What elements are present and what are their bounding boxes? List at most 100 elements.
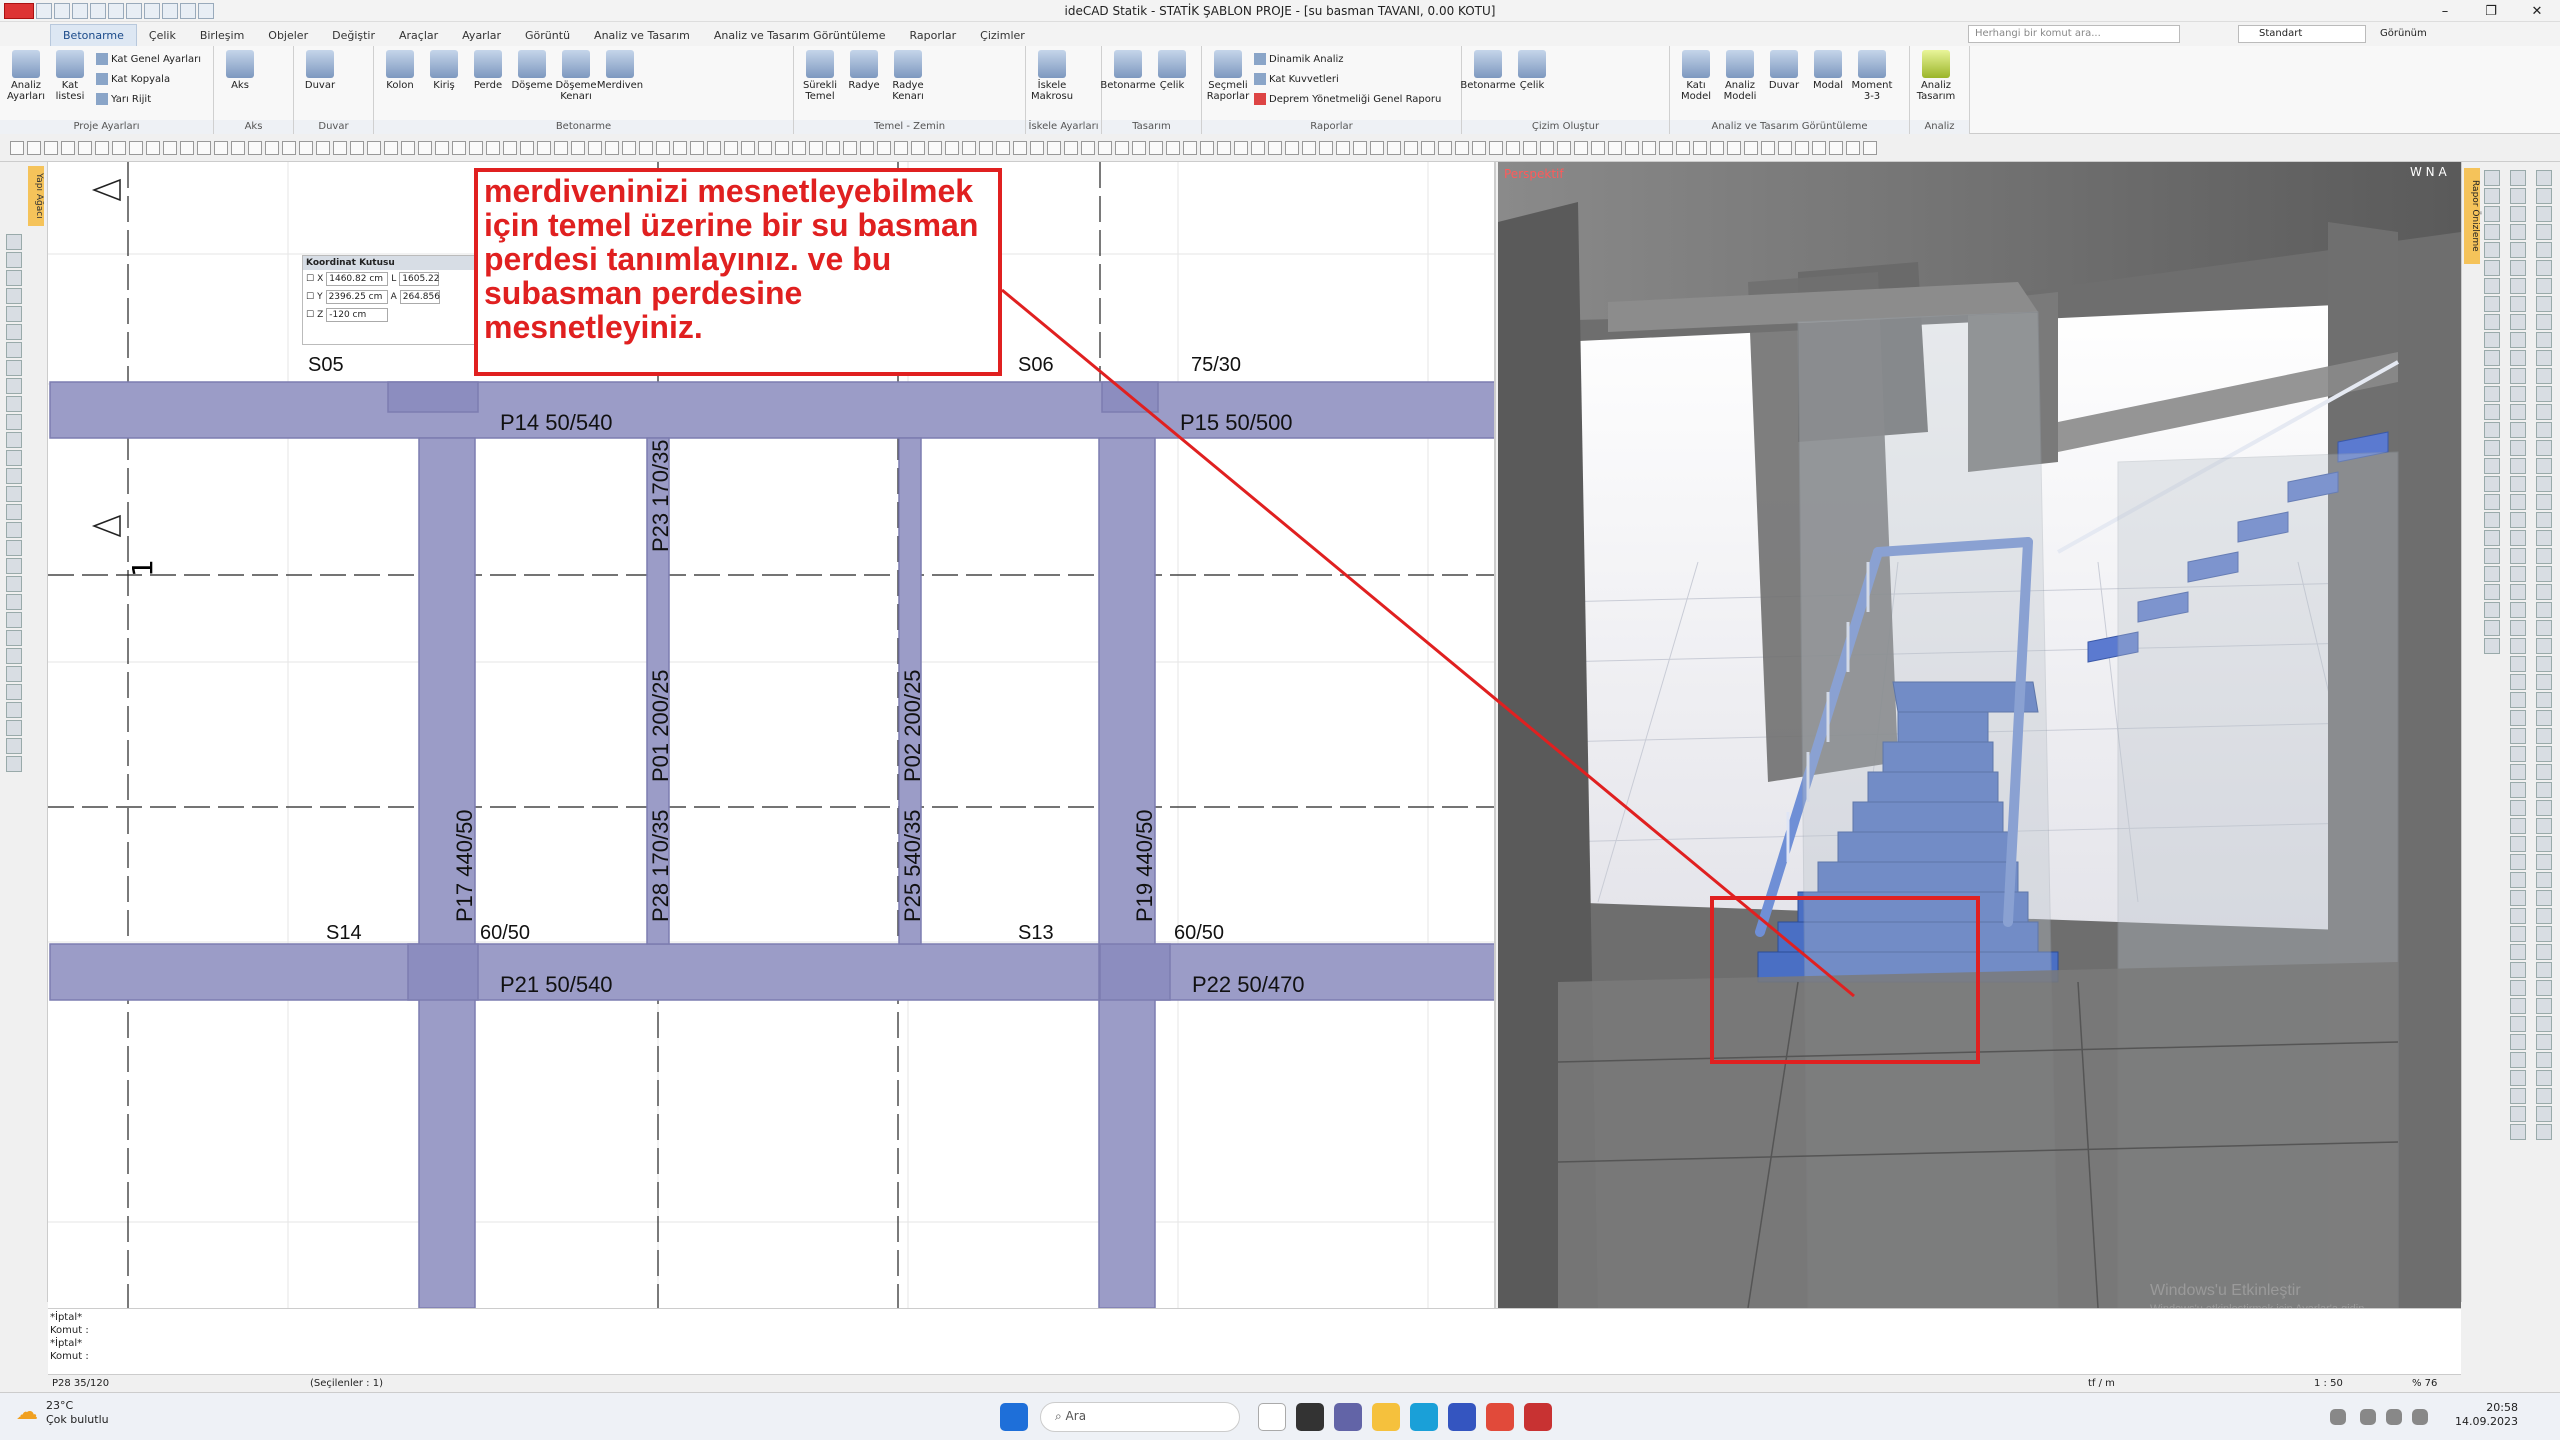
side-tool-icon[interactable] xyxy=(2536,422,2552,438)
tool-icon[interactable] xyxy=(282,140,296,155)
tool-icon[interactable] xyxy=(299,140,313,155)
tool-icon[interactable] xyxy=(758,140,772,155)
tool-icon[interactable] xyxy=(1693,140,1707,155)
side-tool-icon[interactable] xyxy=(2536,1016,2552,1032)
side-tool-icon[interactable] xyxy=(2484,242,2500,258)
side-tool-icon[interactable] xyxy=(6,360,22,376)
side-tool-icon[interactable] xyxy=(2510,980,2526,996)
l-field[interactable]: 1605.22 xyxy=(399,272,439,286)
side-tool-icon[interactable] xyxy=(2536,206,2552,222)
side-tool-icon[interactable] xyxy=(6,594,22,610)
side-tool-icon[interactable] xyxy=(2484,278,2500,294)
tab-1[interactable]: Çelik xyxy=(137,25,188,46)
side-tool-icon[interactable] xyxy=(2536,908,2552,924)
side-tool-icon[interactable] xyxy=(2510,728,2526,744)
tab-9[interactable]: Analiz ve Tasarım Görüntüleme xyxy=(702,25,898,46)
tool-icon[interactable] xyxy=(1336,140,1350,155)
tool-icon[interactable] xyxy=(1183,140,1197,155)
side-tool-icon[interactable] xyxy=(2510,260,2526,276)
side-tool-icon[interactable] xyxy=(6,486,22,502)
tool-icon[interactable] xyxy=(1744,140,1758,155)
side-tool-icon[interactable] xyxy=(2536,692,2552,708)
tool-icon[interactable] xyxy=(809,140,823,155)
undo-icon[interactable] xyxy=(90,2,106,19)
side-tool-icon[interactable] xyxy=(2510,944,2526,960)
side-tool-icon[interactable] xyxy=(2484,422,2500,438)
tool-icon[interactable] xyxy=(928,140,942,155)
view-menu[interactable]: Görünüm xyxy=(2380,28,2427,39)
side-tool-icon[interactable] xyxy=(2536,638,2552,654)
side-tool-icon[interactable] xyxy=(6,540,22,556)
side-tool-icon[interactable] xyxy=(2536,530,2552,546)
tool-icon[interactable] xyxy=(1761,140,1775,155)
side-tool-icon[interactable] xyxy=(2484,332,2500,348)
tool-icon[interactable] xyxy=(1710,140,1724,155)
side-tool-icon[interactable] xyxy=(2510,512,2526,528)
side-tool-icon[interactable] xyxy=(6,342,22,358)
app-logo-icon[interactable] xyxy=(4,2,34,19)
side-tool-icon[interactable] xyxy=(2510,188,2526,204)
tool-icon[interactable] xyxy=(945,140,959,155)
side-tool-icon[interactable] xyxy=(2510,692,2526,708)
y-field[interactable]: 2396.25 cm xyxy=(325,290,388,304)
windows-start-icon[interactable] xyxy=(1000,1403,1028,1431)
side-tool-icon[interactable] xyxy=(2510,332,2526,348)
side-tool-icon[interactable] xyxy=(2510,818,2526,834)
command-line[interactable]: *İptal* Komut : *İptal* Komut : xyxy=(48,1308,2461,1374)
side-tool-icon[interactable] xyxy=(2536,620,2552,636)
side-tool-icon[interactable] xyxy=(2510,890,2526,906)
side-tool-icon[interactable] xyxy=(2536,1070,2552,1086)
side-tool-icon[interactable] xyxy=(2510,710,2526,726)
tool-icon[interactable] xyxy=(588,140,602,155)
side-tool-icon[interactable] xyxy=(2484,476,2500,492)
tool-icon[interactable] xyxy=(44,140,58,155)
open-icon[interactable] xyxy=(54,2,70,19)
tool-icon[interactable] xyxy=(1268,140,1282,155)
tool-icon[interactable] xyxy=(554,140,568,155)
side-tool-icon[interactable] xyxy=(2510,422,2526,438)
tool-icon[interactable] xyxy=(163,140,177,155)
side-tool-icon[interactable] xyxy=(2536,998,2552,1014)
side-tool-icon[interactable] xyxy=(2510,872,2526,888)
tool-icon[interactable] xyxy=(1574,140,1588,155)
side-tool-icon[interactable] xyxy=(6,702,22,718)
tool-icon[interactable] xyxy=(792,140,806,155)
copy-icon[interactable] xyxy=(144,2,160,19)
side-tool-icon[interactable] xyxy=(2484,602,2500,618)
tool-icon[interactable] xyxy=(1370,140,1384,155)
tool-icon[interactable] xyxy=(316,140,330,155)
tool-icon[interactable] xyxy=(605,140,619,155)
tool-icon[interactable] xyxy=(775,140,789,155)
help-icon[interactable] xyxy=(198,2,214,19)
side-tool-icon[interactable] xyxy=(2536,296,2552,312)
side-tool-icon[interactable] xyxy=(2510,1124,2526,1140)
tool-icon[interactable] xyxy=(367,140,381,155)
network-icon[interactable] xyxy=(2360,1409,2376,1425)
volume-icon[interactable] xyxy=(2386,1409,2402,1425)
side-tool-icon[interactable] xyxy=(2536,1088,2552,1104)
side-tool-icon[interactable] xyxy=(6,234,22,250)
tool-icon[interactable] xyxy=(1676,140,1690,155)
tool-icon[interactable] xyxy=(707,140,721,155)
paste-icon[interactable] xyxy=(162,2,178,19)
tool-icon[interactable] xyxy=(826,140,840,155)
tab-8[interactable]: Analiz ve Tasarım xyxy=(582,25,702,46)
a-field[interactable]: 264.856 xyxy=(399,290,440,304)
tool-icon[interactable] xyxy=(520,140,534,155)
report-preview-tab[interactable]: Rapor Önizleme xyxy=(2464,168,2480,264)
side-tool-icon[interactable] xyxy=(2510,998,2526,1014)
status-unit[interactable]: tf / m xyxy=(2088,1378,2115,1389)
3d-view[interactable]: Perspektif W N A xyxy=(1498,162,2461,1308)
tool-icon[interactable] xyxy=(452,140,466,155)
structure-tree-tab[interactable]: Yapı Ağacı xyxy=(28,166,44,226)
side-tool-icon[interactable] xyxy=(2510,440,2526,456)
tool-icon[interactable] xyxy=(1319,140,1333,155)
side-tool-icon[interactable] xyxy=(2536,890,2552,906)
side-tool-icon[interactable] xyxy=(2536,764,2552,780)
tool-icon[interactable] xyxy=(1472,140,1486,155)
side-tool-icon[interactable] xyxy=(2510,278,2526,294)
side-tool-icon[interactable] xyxy=(2484,260,2500,276)
tool-icon[interactable] xyxy=(962,140,976,155)
tool-icon[interactable] xyxy=(1217,140,1231,155)
tool-icon[interactable] xyxy=(1863,140,1877,155)
